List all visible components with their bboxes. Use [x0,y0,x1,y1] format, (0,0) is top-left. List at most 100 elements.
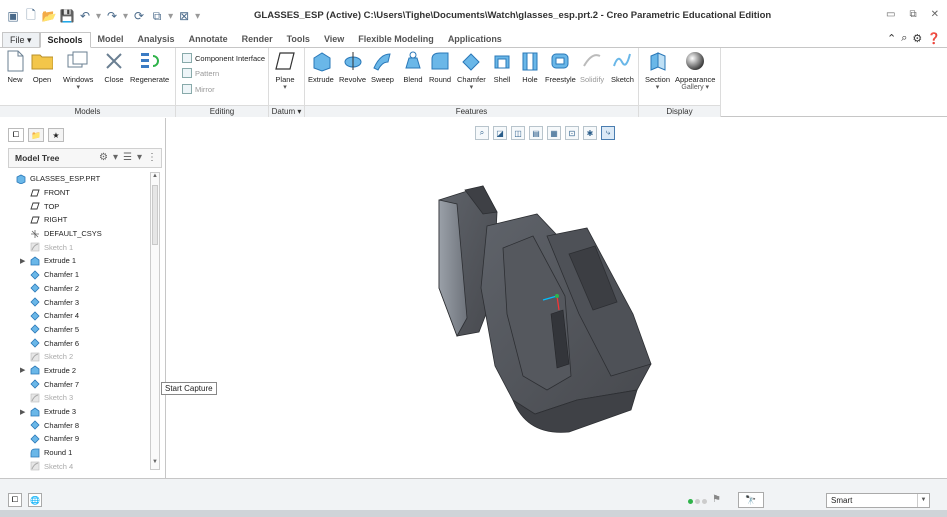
pattern-button[interactable]: Pattern [182,68,219,78]
show-navigator-icon[interactable]: ⧠ [8,493,22,507]
search-icon[interactable]: ⌕ [901,32,907,45]
sketch-feature-icon [30,461,40,471]
tree-filter-icon[interactable]: ⋮ [147,152,157,163]
tree-item[interactable]: ▶ Extrude 3 [12,405,152,419]
collapse-ribbon-icon[interactable]: ⌃ [887,32,896,45]
tree-item[interactable]: RIGHT [12,213,152,227]
save-icon[interactable]: 💾 [60,9,75,23]
tree-item[interactable]: ▶ Extrude 2 [12,364,152,378]
show-dropdown-icon[interactable]: ▾ [137,152,142,163]
redo-icon[interactable]: ↷ [105,9,119,23]
sweep-button[interactable]: Sweep [371,50,394,84]
settings-icon[interactable]: ⚙ [912,32,922,45]
tree-item[interactable]: Chamfer 4 [12,309,152,323]
undo-dropdown-icon[interactable]: ▾ [96,11,101,22]
tree-item[interactable]: ▶ Extrude 1 [12,254,152,268]
appearance-gallery-button[interactable]: Appearance Gallery ▾ [675,50,715,91]
windows-button[interactable]: Windows ▾ [63,50,93,91]
tab-applications[interactable]: Applications [441,32,509,47]
expand-arrow-icon[interactable]: ▶ [20,366,28,374]
tree-item[interactable]: FRONT [12,186,152,200]
find-binoculars-icon[interactable]: 🔭 [738,492,764,508]
tree-item[interactable]: Chamfer 3 [12,295,152,309]
new-file-icon[interactable]: 🗋 [24,8,38,23]
customize-toolbar-icon[interactable]: ▾ [195,11,200,22]
hole-button[interactable]: Hole [519,50,541,84]
tab-flexible-modeling[interactable]: Flexible Modeling [351,32,441,47]
tab-file[interactable]: File ▾ [2,32,40,47]
folder-browser-tab-icon[interactable]: 📁 [28,128,44,142]
extrude-button[interactable]: Extrude [308,50,334,84]
tree-item[interactable]: Chamfer 2 [12,282,152,296]
tab-render[interactable]: Render [235,32,280,47]
tree-item[interactable]: Chamfer 8 [12,418,152,432]
flag-icon[interactable]: ⚑ [712,494,721,505]
tab-model[interactable]: Model [91,32,131,47]
blend-button[interactable]: Blend [402,50,424,84]
extrude-label: Extrude [308,75,334,84]
graphics-window[interactable]: ⌕ ◪ ◫ ▤ ▦ ⊡ ✱ ⤷ Start Capture [161,118,947,478]
windows-dropdown-icon[interactable]: ▾ [168,11,173,22]
tree-item[interactable]: Chamfer 6 [12,336,152,350]
tree-item[interactable]: Sketch 2 [12,350,152,364]
tab-annotate[interactable]: Annotate [182,32,235,47]
model-tree-tab-icon[interactable]: ⧠ [8,128,24,142]
tree-item[interactable]: Sketch 3 [12,391,152,405]
selection-filter-dropdown[interactable]: Smart ▼ [826,493,930,508]
tree-item[interactable]: Round 1 [12,446,152,460]
close-window-icon[interactable]: ⊠ [177,9,191,23]
regenerate-button[interactable]: Regenerate [130,50,169,84]
mirror-label: Mirror [195,84,215,94]
tab-analysis[interactable]: Analysis [131,32,182,47]
tab-schools[interactable]: Schools [39,32,91,48]
tab-view[interactable]: View [317,32,351,47]
regenerate-icon[interactable]: ⟳ [132,9,146,23]
shell-button[interactable]: Shell [491,50,513,84]
tree-item[interactable]: Chamfer 1 [12,268,152,282]
tree-item[interactable]: Sketch 4 [12,459,152,473]
tree-item[interactable]: GLASSES_ESP.PRT [12,172,152,186]
scroll-thumb[interactable] [152,185,158,245]
undo-icon[interactable]: ↶ [78,9,92,23]
show-browser-icon[interactable]: 🌐 [28,493,42,507]
scroll-up-icon[interactable]: ▲ [151,173,159,183]
section-button[interactable]: Section ▾ [645,50,670,91]
revolve-button[interactable]: Revolve [339,50,366,84]
tree-item[interactable]: TOP [12,199,152,213]
tree-settings-icon[interactable]: ⚙ [99,152,108,163]
app-menu-icon[interactable]: ▣ [6,9,20,23]
tree-item[interactable]: DEFAULT_CSYS [12,227,152,241]
chamfer-feature-icon [30,434,40,444]
expand-arrow-icon[interactable]: ▶ [20,257,28,265]
tree-item[interactable]: Sketch 1 [12,240,152,254]
expand-arrow-icon[interactable]: ▶ [20,408,28,416]
component-interface-button[interactable]: Component Interface [182,53,265,63]
close-button[interactable]: Close [103,50,125,84]
mirror-button[interactable]: Mirror [182,84,215,94]
tree-item[interactable]: Chamfer 7 [12,377,152,391]
show-list-icon[interactable]: ☰ [123,152,132,163]
tree-item[interactable]: Chamfer 5 [12,323,152,337]
chamfer-button[interactable]: Chamfer ▾ [457,50,486,91]
help-icon[interactable]: ❓ [927,32,941,45]
title-bar: ▣ 🗋 📂 💾 ↶ ▾ ↷ ▾ ⟳ ⧉ ▾ ⊠ ▾ GLASSES_ESP (A… [0,0,947,32]
plane-button[interactable]: Plane ▾ [274,50,296,91]
scroll-down-icon[interactable]: ▼ [151,459,159,469]
open-folder-icon[interactable]: 📂 [42,9,57,23]
tree-settings-dropdown-icon[interactable]: ▾ [113,152,118,163]
sketch-button[interactable]: Sketch [611,50,634,84]
solidify-button[interactable]: Solidify [580,50,604,84]
redo-dropdown-icon[interactable]: ▾ [123,11,128,22]
minimize-icon[interactable]: ▭ [886,9,895,20]
restore-icon[interactable]: ⧉ [909,9,916,20]
new-button[interactable]: New [4,50,26,84]
tree-item[interactable]: Chamfer 9 [12,432,152,446]
windows-icon[interactable]: ⧉ [150,9,164,23]
favorites-tab-icon[interactable]: ★ [48,128,64,142]
model-tree-scrollbar[interactable]: ▲ ▼ [150,172,160,470]
round-button[interactable]: Round [429,50,451,84]
tab-tools[interactable]: Tools [280,32,317,47]
open-button[interactable]: Open [31,50,53,84]
freestyle-button[interactable]: Freestyle [545,50,576,84]
close-icon[interactable]: ✕ [931,9,939,20]
